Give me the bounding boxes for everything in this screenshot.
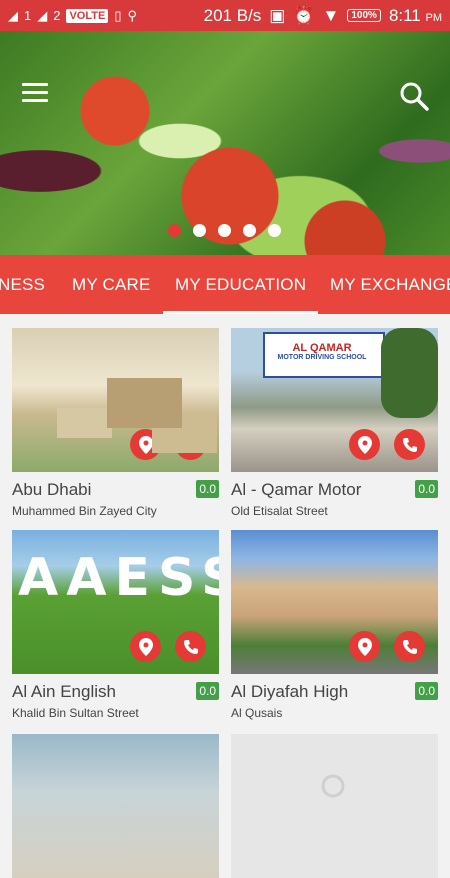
listing-card[interactable]: AAESS Al Ain English 0.0 Khalid Bin Sult… [12,530,219,720]
rating-badge: 0.0 [415,682,438,700]
usb-icon: ⚲ [127,7,138,23]
search-icon[interactable] [398,80,430,112]
signal-icon: ◢ [37,7,48,23]
listing-image[interactable] [231,530,438,674]
image-placeholder[interactable] [231,734,438,878]
tab-my-education[interactable]: MY EDUCATION [163,255,319,314]
call-button[interactable] [394,631,425,662]
listing-image[interactable] [12,734,219,878]
signal-icon: ◢ [8,7,18,23]
sign-text: AL QAMAR [292,342,352,354]
carousel-dot[interactable] [268,224,281,237]
listing-title: Abu Dhabi [12,480,92,499]
carousel-indicator [168,224,281,237]
sim1-label: 1 [24,8,32,23]
network-speed: 201 B/s [203,5,262,25]
location-pin-button[interactable] [349,429,380,460]
tab-my-care[interactable]: MY CARE [60,255,163,314]
listing-card[interactable]: Abu Dhabi 0.0 Muhammed Bin Zayed City [12,328,219,518]
status-left: ◢ 1 ◢ 2 VOLTE ▯ ⚲ [8,8,137,24]
listing-image[interactable]: AAESS [12,530,219,674]
status-bar: ◢ 1 ◢ 2 VOLTE ▯ ⚲ 201 B/s ▣ ⏰ ▼ 100% 8:11 … [0,0,450,31]
carousel-dot[interactable] [243,224,256,237]
location-pin-button[interactable] [349,631,380,662]
clock-time: 8:11 [388,5,421,25]
vibrate-icon: ▣ [269,5,286,25]
listing-title: Al Ain English [12,682,116,701]
listing-card[interactable] [231,734,438,878]
sim-card-icon: ▯ [114,7,122,23]
wifi-icon: ▼ [322,5,340,25]
call-button[interactable] [175,631,206,662]
listing-image[interactable]: AL QAMAR MOTOR DRIVING SCHOOL [231,328,438,472]
placeholder-icon [321,774,345,798]
rating-badge: 0.0 [196,682,219,700]
category-tabs: NESS MY CARE MY EDUCATION MY EXCHANGE [0,255,450,314]
status-right: 201 B/s ▣ ⏰ ▼ 100% 8:11 PM [204,6,442,26]
carousel-dot[interactable] [193,224,206,237]
listing-address: Al Qusais [231,706,283,720]
listing-title: Al Diyafah High [231,682,349,701]
location-pin-button[interactable] [130,631,161,662]
listing-address: Muhammed Bin Zayed City [12,504,157,518]
location-pin-button[interactable] [130,429,161,460]
battery-indicator: 100% [347,9,381,22]
sign-subtext: MOTOR DRIVING SCHOOL [277,354,367,361]
listing-image[interactable] [12,328,219,472]
hero-banner[interactable] [0,31,450,255]
listing-address: Khalid Bin Sultan Street [12,706,139,720]
call-button[interactable] [175,429,206,460]
sign-text: AAESS [18,548,219,608]
clock-ampm: PM [425,11,443,24]
carousel-dot[interactable] [218,224,231,237]
listing-card[interactable] [12,734,219,878]
tab-my-exchange[interactable]: MY EXCHANGE [318,255,450,314]
rating-badge: 0.0 [415,480,438,498]
menu-icon[interactable] [22,83,48,103]
call-button[interactable] [394,429,425,460]
sim2-label: 2 [53,8,61,23]
listing-title: Al - Qamar Motor [231,480,362,499]
volte-badge: VOLTE [66,8,109,23]
listing-card[interactable]: AL QAMAR MOTOR DRIVING SCHOOL Al - Qamar… [231,328,438,518]
tab-business[interactable]: NESS [0,255,57,314]
carousel-dot[interactable] [168,224,181,237]
rating-badge: 0.0 [196,480,219,498]
listing-card[interactable]: Al Diyafah High 0.0 Al Qusais [231,530,438,720]
listing-address: Old Etisalat Street [231,504,328,518]
alarm-icon: ⏰ [293,5,315,25]
